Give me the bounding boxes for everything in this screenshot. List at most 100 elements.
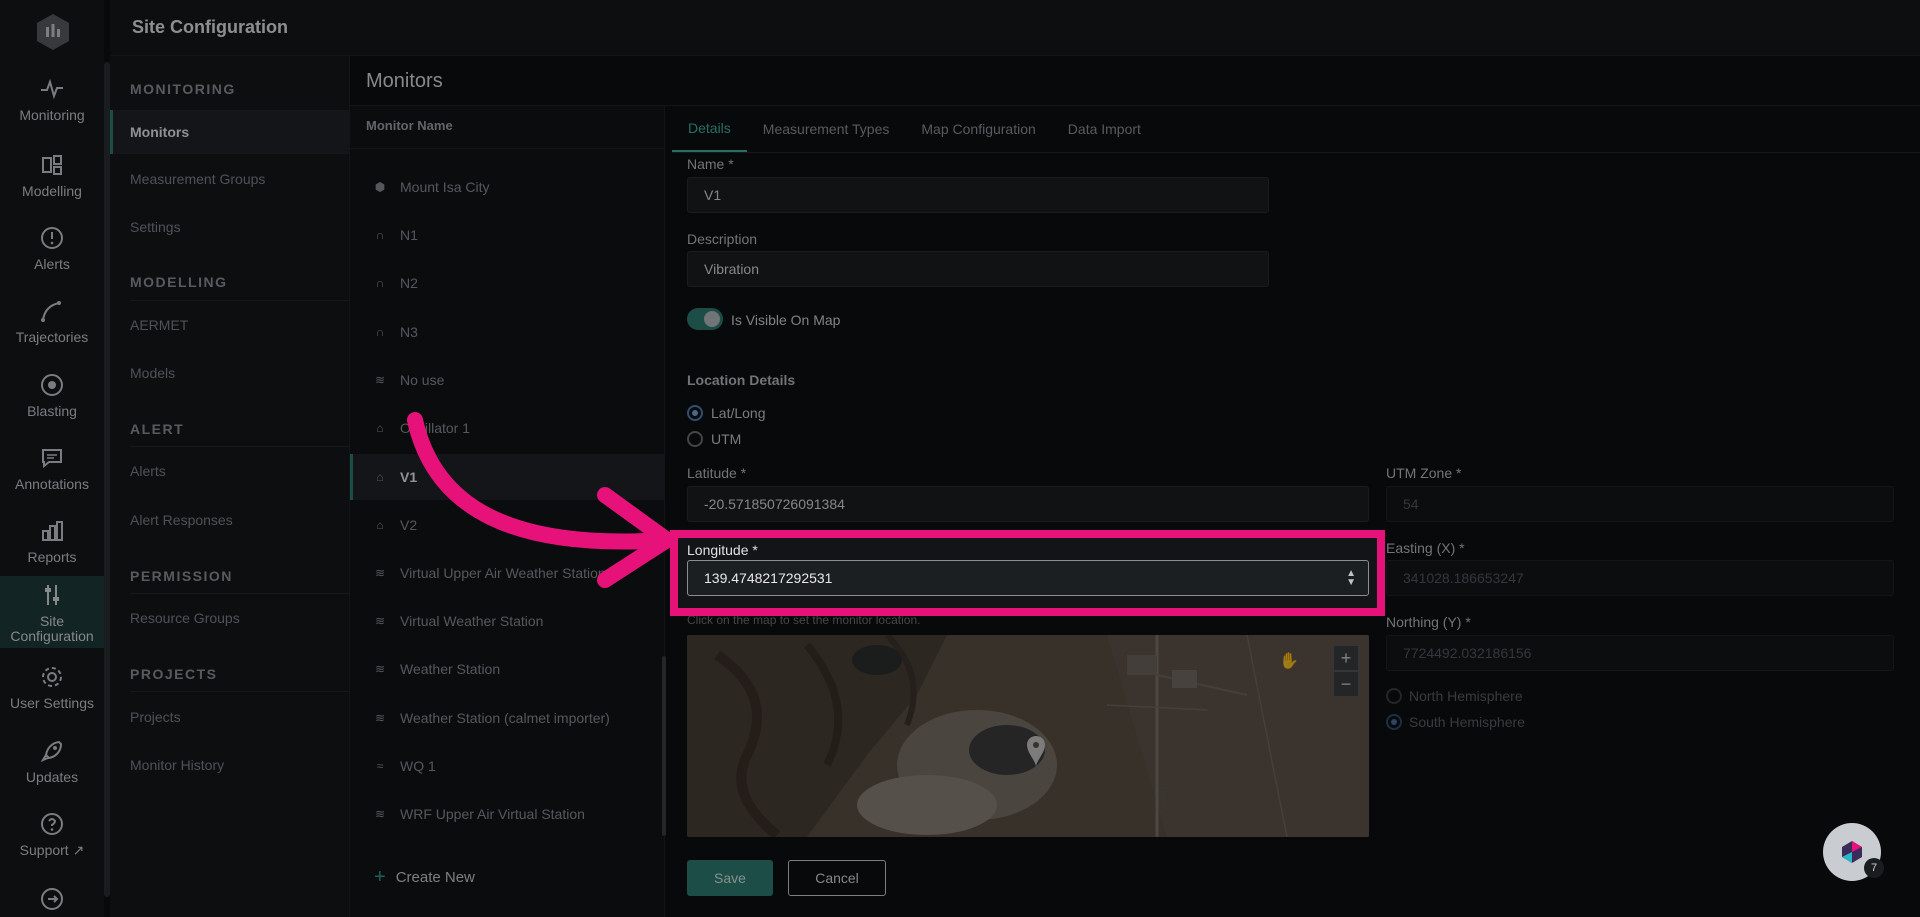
zoom-in-button[interactable]: + <box>1333 645 1359 671</box>
app-logo-icon[interactable] <box>33 12 73 52</box>
rail-label: Reports <box>27 549 77 565</box>
water-icon: ≈ <box>376 759 384 773</box>
monitor-name: Weather Station <box>400 661 501 677</box>
rail-item-logout[interactable] <box>0 880 104 917</box>
rail-item-reports[interactable]: Reports <box>0 512 104 582</box>
page-title: Site Configuration <box>132 17 288 37</box>
visible-on-map-label: Is Visible On Map <box>731 312 841 328</box>
location-map[interactable]: Barkly + − ✋ <box>687 635 1369 837</box>
northing-label: Northing (Y) * <box>1386 614 1471 630</box>
divider <box>130 446 350 447</box>
northing-field[interactable]: 7724492.032186156 <box>1386 635 1894 671</box>
rail-item-support[interactable]: Support ↗ <box>0 805 104 875</box>
nav-item-measurement-groups[interactable]: Measurement Groups <box>110 157 350 201</box>
longitude-highlight: Longitude * 139.4748217292531 ▲ ▼ <box>670 530 1385 616</box>
tab-measurement-types[interactable]: Measurement Types <box>747 106 906 152</box>
rail-label: Modelling <box>22 183 82 199</box>
rail-item-alerts[interactable]: Alerts <box>0 219 104 289</box>
divider <box>130 300 350 301</box>
external-link-icon: ↗ <box>72 842 85 858</box>
number-spinner-icon[interactable]: ▲ ▼ <box>1346 569 1356 588</box>
rail-item-modelling[interactable]: Modelling <box>0 146 104 216</box>
north-hemisphere-radio[interactable] <box>1386 688 1402 704</box>
rail-item-annotations[interactable]: Annotations <box>0 439 104 509</box>
wind-icon: ≋ <box>374 614 386 628</box>
longitude-label: Longitude * <box>687 542 758 558</box>
monitor-row[interactable]: ∩ N1 <box>350 212 665 258</box>
headphones-icon: ∩ <box>375 228 385 242</box>
nav-item-alerts[interactable]: Alerts <box>110 449 350 493</box>
monitor-name: Weather Station (calmet importer) <box>400 710 610 726</box>
monitor-name: Virtual Weather Station <box>400 613 544 629</box>
create-new-label: Create New <box>395 869 475 886</box>
rail-item-updates[interactable]: Updates <box>0 732 104 802</box>
nav-item-monitors[interactable]: Monitors <box>110 110 350 154</box>
north-hemisphere-label: North Hemisphere <box>1409 688 1523 704</box>
name-field[interactable]: V1 <box>687 177 1269 213</box>
divider <box>130 593 350 594</box>
pointer-arrow <box>407 412 675 588</box>
utm-zone-label: UTM Zone * <box>1386 465 1462 481</box>
rail-label: Annotations <box>15 476 89 492</box>
monitor-list-scrollbar[interactable] <box>662 656 666 836</box>
rail-item-blasting[interactable]: Blasting <box>0 366 104 436</box>
latitude-field[interactable]: -20.571850726091384 <box>687 486 1369 522</box>
wind-icon: ≋ <box>374 662 386 676</box>
rail-item-user-settings[interactable]: User Settings <box>0 658 104 728</box>
zoom-out-button[interactable]: − <box>1333 671 1359 697</box>
headphones-icon: ∩ <box>375 325 385 339</box>
detail-tabs: Details Measurement Types Map Configurat… <box>672 106 1157 152</box>
help-logo-icon <box>1842 841 1862 863</box>
monitor-name: Mount Isa City <box>400 179 490 195</box>
latlong-label: Lat/Long <box>711 405 766 421</box>
monitor-row[interactable]: ≋ Virtual Weather Station <box>350 598 665 644</box>
section-heading-permission: PERMISSION <box>130 568 233 584</box>
utm-zone-field[interactable]: 54 <box>1386 486 1894 522</box>
monitor-row[interactable]: ∩ N2 <box>350 260 665 306</box>
monitor-row[interactable]: ⬢ Mount Isa City <box>350 164 665 210</box>
gear-icon <box>42 667 62 687</box>
longitude-field[interactable]: 139.4748217292531 ▲ ▼ <box>687 560 1369 596</box>
monitor-name-header[interactable]: Monitor Name <box>366 118 453 133</box>
nav-item-projects[interactable]: Projects <box>110 695 350 739</box>
monitor-row[interactable]: ≈ WQ 1 <box>350 743 665 789</box>
nav-item-alert-responses[interactable]: Alert Responses <box>110 498 350 542</box>
visible-on-map-toggle[interactable] <box>687 308 723 330</box>
monitor-row[interactable]: ∩ N3 <box>350 309 665 355</box>
save-button[interactable]: Save <box>687 860 773 896</box>
tab-data-import[interactable]: Data Import <box>1052 106 1157 152</box>
divider <box>130 691 350 692</box>
create-new-button[interactable]: + Create New <box>374 866 475 889</box>
tab-details[interactable]: Details <box>672 106 747 152</box>
monitor-name: No use <box>400 372 445 388</box>
section-heading-monitoring: MONITORING <box>130 81 236 97</box>
monitor-row[interactable]: ≋ No use <box>350 357 665 403</box>
rail-label: Site Configuration <box>10 613 94 644</box>
tab-map-configuration[interactable]: Map Configuration <box>905 106 1051 152</box>
rail-label: Updates <box>25 769 79 785</box>
monitor-row[interactable]: ≋ WRF Upper Air Virtual Station <box>350 791 665 837</box>
rail-item-monitoring[interactable]: Monitoring <box>0 70 104 140</box>
map-road-label: Barkly <box>1157 786 1169 815</box>
support-text: Support <box>19 842 69 858</box>
rail-item-site-configuration[interactable]: Site Configuration <box>0 576 104 648</box>
vibration-icon: ⌂ <box>376 518 384 532</box>
nav-item-settings[interactable]: Settings <box>110 205 350 249</box>
nav-item-models[interactable]: Models <box>110 351 350 395</box>
rocket-icon <box>40 740 63 763</box>
help-circle-icon <box>41 813 63 835</box>
monitor-row[interactable]: ≋ Weather Station <box>350 646 665 692</box>
longitude-value: 139.4748217292531 <box>704 570 833 586</box>
easting-field[interactable]: 341028.186653247 <box>1386 560 1894 596</box>
cancel-button[interactable]: Cancel <box>788 860 886 896</box>
monitor-row[interactable]: ≋ Weather Station (calmet importer) <box>350 695 665 741</box>
description-field[interactable]: Vibration <box>687 251 1269 287</box>
description-label: Description <box>687 231 758 247</box>
nav-item-resource-groups[interactable]: Resource Groups <box>110 596 350 640</box>
section-heading-alert: ALERT <box>130 421 185 437</box>
nav-item-aermet[interactable]: AERMET <box>110 303 350 347</box>
nav-item-monitor-history[interactable]: Monitor History <box>110 743 350 787</box>
logout-icon <box>41 888 63 910</box>
south-hemisphere-radio[interactable] <box>1386 714 1402 730</box>
rail-item-trajectories[interactable]: Trajectories <box>0 292 104 362</box>
